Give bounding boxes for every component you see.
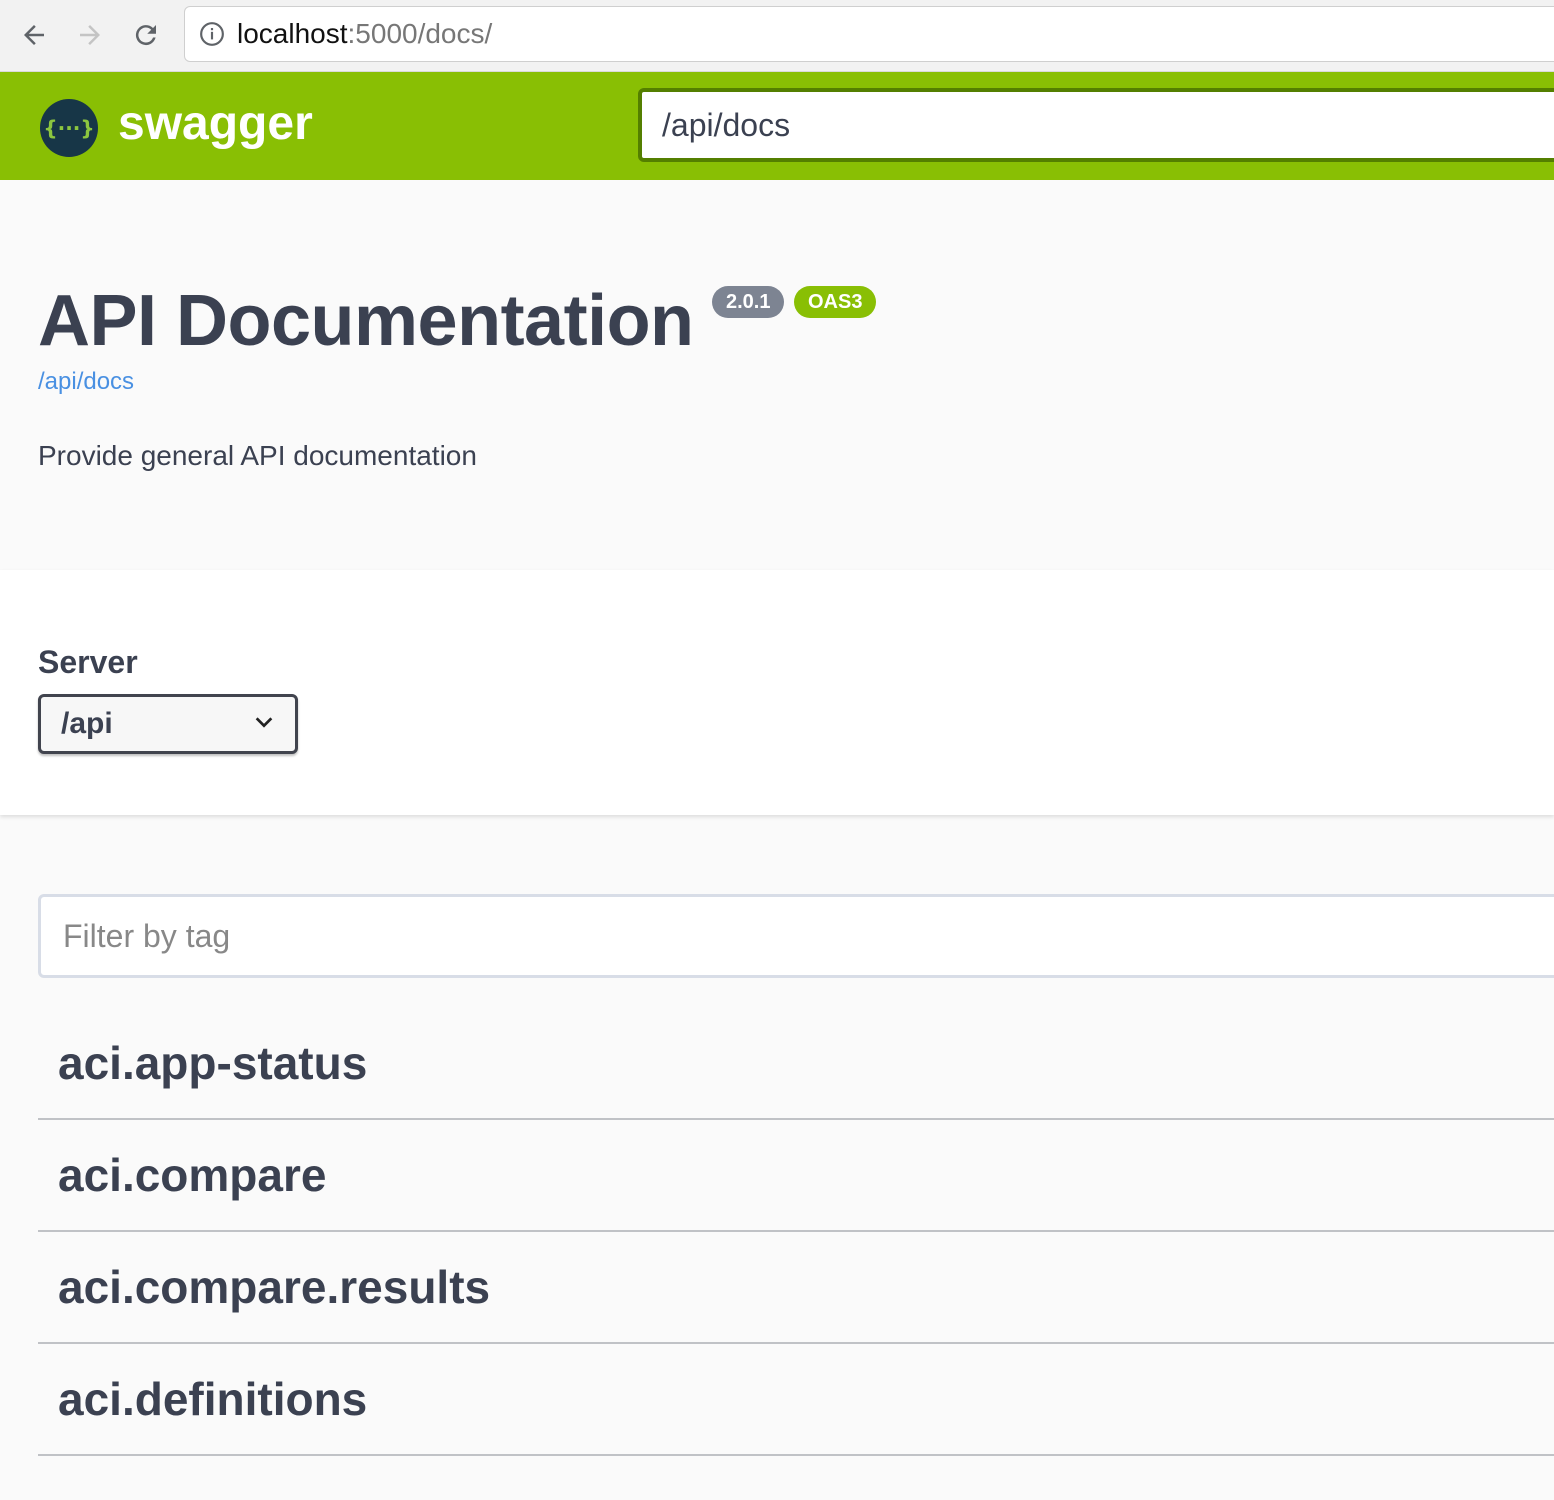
filter-by-tag-input[interactable] <box>63 917 1554 955</box>
tag-section[interactable]: aci.compare <box>38 1120 1554 1232</box>
tag-title: aci.compare.results <box>58 1261 491 1313</box>
server-label: Server <box>38 644 138 680</box>
back-arrow-icon <box>24 25 44 45</box>
filter-box <box>38 894 1554 978</box>
tag-list: aci.app-status aci.compare aci.compare.r… <box>38 1008 1554 1456</box>
tag-section[interactable]: aci.compare.results <box>38 1232 1554 1344</box>
info-section: API Documentation 2.0.1 OAS3 /api/docs P… <box>0 180 1554 570</box>
chevron-down-icon <box>253 711 275 738</box>
page-title: API Documentation <box>38 281 694 361</box>
back-button[interactable] <box>14 14 54 56</box>
api-description: Provide general API documentation <box>38 440 477 471</box>
swagger-logo-text[interactable]: swagger <box>118 96 313 151</box>
tag-title: aci.app-status <box>58 1037 368 1089</box>
forward-arrow-icon <box>80 25 100 45</box>
browser-toolbar: localhost:5000/docs/ <box>0 0 1554 72</box>
spec-url-input[interactable] <box>638 88 1554 162</box>
tag-title: aci.compare <box>58 1149 327 1201</box>
swagger-logo-icon[interactable]: {···} <box>40 99 98 157</box>
reload-button[interactable] <box>126 14 166 56</box>
tag-title: aci.definitions <box>58 1373 368 1425</box>
url-text: localhost:5000/docs/ <box>237 18 492 50</box>
servers-section: Server /api <box>0 570 1554 815</box>
forward-button[interactable] <box>70 14 110 56</box>
server-select[interactable]: /api <box>38 694 298 754</box>
reload-icon <box>135 25 156 46</box>
spec-link[interactable]: /api/docs <box>38 368 134 396</box>
tag-section[interactable]: aci.app-status <box>38 1008 1554 1120</box>
url-path: :5000/docs/ <box>347 18 493 49</box>
address-bar[interactable]: localhost:5000/docs/ <box>184 6 1554 62</box>
swagger-topbar: {···} swagger <box>0 72 1554 180</box>
logo-mark: {···} <box>43 116 95 140</box>
oas-badge: OAS3 <box>794 286 877 318</box>
tag-section[interactable]: aci.definitions <box>38 1344 1554 1456</box>
server-selected-value: /api <box>61 707 113 740</box>
info-icon[interactable] <box>197 19 227 49</box>
version-badge: 2.0.1 <box>712 286 785 318</box>
url-host: localhost <box>237 18 348 49</box>
